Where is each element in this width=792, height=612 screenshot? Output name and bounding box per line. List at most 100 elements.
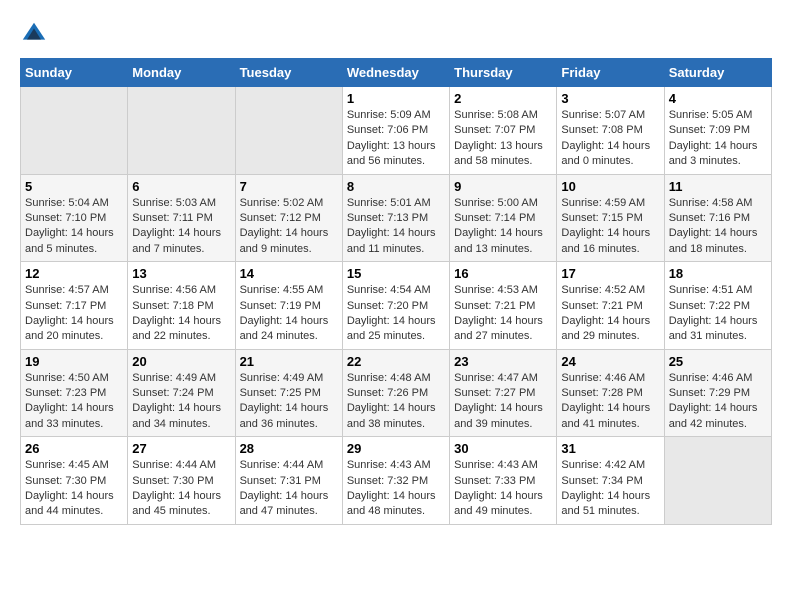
calendar-cell: 16 Sunrise: 4:53 AM Sunset: 7:21 PM Dayl… xyxy=(450,262,557,350)
day-number: 30 xyxy=(454,441,552,456)
sunrise-label: Sunrise: xyxy=(240,372,283,384)
sunrise-time: 4:54 AM xyxy=(390,284,430,296)
day-info: Sunrise: 5:08 AM Sunset: 7:07 PM Dayligh… xyxy=(454,108,552,170)
sunrise-time: 4:42 AM xyxy=(605,459,645,471)
daylight-label: Daylight: 14 hours and 9 minutes. xyxy=(240,227,329,254)
daylight-label: Daylight: 14 hours and 18 minutes. xyxy=(669,227,758,254)
sunset-time: 7:12 PM xyxy=(280,212,321,224)
sunrise-time: 4:59 AM xyxy=(605,197,645,209)
day-number: 10 xyxy=(561,179,659,194)
sunset-label: Sunset: xyxy=(561,475,601,487)
sunset-time: 7:30 PM xyxy=(65,475,106,487)
sunrise-time: 4:46 AM xyxy=(605,372,645,384)
calendar-cell: 25 Sunrise: 4:46 AM Sunset: 7:29 PM Dayl… xyxy=(664,349,771,437)
sunset-label: Sunset: xyxy=(454,300,494,312)
day-header-sunday: Sunday xyxy=(21,59,128,87)
day-number: 24 xyxy=(561,354,659,369)
calendar-cell: 11 Sunrise: 4:58 AM Sunset: 7:16 PM Dayl… xyxy=(664,174,771,262)
sunrise-label: Sunrise: xyxy=(240,459,283,471)
day-info: Sunrise: 4:47 AM Sunset: 7:27 PM Dayligh… xyxy=(454,371,552,433)
sunrise-time: 5:05 AM xyxy=(712,109,752,121)
sunrise-time: 4:51 AM xyxy=(712,284,752,296)
sunset-label: Sunset: xyxy=(454,124,494,136)
day-info: Sunrise: 4:56 AM Sunset: 7:18 PM Dayligh… xyxy=(132,283,230,345)
daylight-label: Daylight: 14 hours and 42 minutes. xyxy=(669,402,758,429)
sunset-label: Sunset: xyxy=(454,387,494,399)
day-header-monday: Monday xyxy=(128,59,235,87)
day-header-saturday: Saturday xyxy=(664,59,771,87)
calendar-cell: 7 Sunrise: 5:02 AM Sunset: 7:12 PM Dayli… xyxy=(235,174,342,262)
day-info: Sunrise: 4:53 AM Sunset: 7:21 PM Dayligh… xyxy=(454,283,552,345)
day-info: Sunrise: 4:54 AM Sunset: 7:20 PM Dayligh… xyxy=(347,283,445,345)
sunrise-time: 4:52 AM xyxy=(605,284,645,296)
sunrise-label: Sunrise: xyxy=(25,372,68,384)
calendar-cell: 2 Sunrise: 5:08 AM Sunset: 7:07 PM Dayli… xyxy=(450,87,557,175)
sunset-label: Sunset: xyxy=(240,212,280,224)
daylight-label: Daylight: 14 hours and 36 minutes. xyxy=(240,402,329,429)
sunrise-label: Sunrise: xyxy=(669,197,712,209)
sunset-label: Sunset: xyxy=(347,300,387,312)
daylight-label: Daylight: 14 hours and 5 minutes. xyxy=(25,227,114,254)
daylight-label: Daylight: 13 hours and 58 minutes. xyxy=(454,140,543,167)
calendar-cell: 6 Sunrise: 5:03 AM Sunset: 7:11 PM Dayli… xyxy=(128,174,235,262)
sunrise-label: Sunrise: xyxy=(454,109,497,121)
sunrise-label: Sunrise: xyxy=(25,284,68,296)
sunrise-label: Sunrise: xyxy=(347,197,390,209)
day-info: Sunrise: 4:57 AM Sunset: 7:17 PM Dayligh… xyxy=(25,283,123,345)
calendar-week-5: 26 Sunrise: 4:45 AM Sunset: 7:30 PM Dayl… xyxy=(21,437,772,525)
sunset-label: Sunset: xyxy=(561,387,601,399)
day-number: 5 xyxy=(25,179,123,194)
sunset-time: 7:30 PM xyxy=(173,475,214,487)
day-number: 6 xyxy=(132,179,230,194)
sunrise-label: Sunrise: xyxy=(347,372,390,384)
calendar-week-4: 19 Sunrise: 4:50 AM Sunset: 7:23 PM Dayl… xyxy=(21,349,772,437)
sunrise-time: 4:45 AM xyxy=(68,459,108,471)
day-info: Sunrise: 4:49 AM Sunset: 7:24 PM Dayligh… xyxy=(132,371,230,433)
calendar-cell: 28 Sunrise: 4:44 AM Sunset: 7:31 PM Dayl… xyxy=(235,437,342,525)
calendar-week-2: 5 Sunrise: 5:04 AM Sunset: 7:10 PM Dayli… xyxy=(21,174,772,262)
sunset-time: 7:31 PM xyxy=(280,475,321,487)
daylight-label: Daylight: 14 hours and 7 minutes. xyxy=(132,227,221,254)
daylight-label: Daylight: 14 hours and 39 minutes. xyxy=(454,402,543,429)
sunrise-label: Sunrise: xyxy=(454,284,497,296)
daylight-label: Daylight: 14 hours and 38 minutes. xyxy=(347,402,436,429)
day-number: 29 xyxy=(347,441,445,456)
sunrise-label: Sunrise: xyxy=(347,109,390,121)
daylight-label: Daylight: 14 hours and 24 minutes. xyxy=(240,315,329,342)
day-number: 14 xyxy=(240,266,338,281)
sunset-time: 7:06 PM xyxy=(387,124,428,136)
sunset-time: 7:10 PM xyxy=(65,212,106,224)
sunset-time: 7:21 PM xyxy=(602,300,643,312)
day-number: 8 xyxy=(347,179,445,194)
sunset-label: Sunset: xyxy=(454,212,494,224)
sunset-time: 7:26 PM xyxy=(387,387,428,399)
daylight-label: Daylight: 14 hours and 11 minutes. xyxy=(347,227,436,254)
day-number: 1 xyxy=(347,91,445,106)
calendar-cell xyxy=(664,437,771,525)
sunset-time: 7:08 PM xyxy=(602,124,643,136)
sunrise-label: Sunrise: xyxy=(132,459,175,471)
calendar-cell xyxy=(128,87,235,175)
day-info: Sunrise: 5:05 AM Sunset: 7:09 PM Dayligh… xyxy=(669,108,767,170)
day-header-thursday: Thursday xyxy=(450,59,557,87)
sunrise-time: 4:56 AM xyxy=(176,284,216,296)
sunrise-label: Sunrise: xyxy=(561,197,604,209)
sunrise-label: Sunrise: xyxy=(347,284,390,296)
daylight-label: Daylight: 14 hours and 31 minutes. xyxy=(669,315,758,342)
sunset-label: Sunset: xyxy=(347,475,387,487)
sunset-label: Sunset: xyxy=(347,387,387,399)
day-info: Sunrise: 4:49 AM Sunset: 7:25 PM Dayligh… xyxy=(240,371,338,433)
sunset-label: Sunset: xyxy=(240,475,280,487)
sunrise-time: 5:08 AM xyxy=(498,109,538,121)
daylight-label: Daylight: 14 hours and 47 minutes. xyxy=(240,490,329,517)
calendar-cell: 26 Sunrise: 4:45 AM Sunset: 7:30 PM Dayl… xyxy=(21,437,128,525)
daylight-label: Daylight: 14 hours and 41 minutes. xyxy=(561,402,650,429)
sunrise-time: 5:04 AM xyxy=(68,197,108,209)
sunset-time: 7:21 PM xyxy=(494,300,535,312)
calendar-cell: 13 Sunrise: 4:56 AM Sunset: 7:18 PM Dayl… xyxy=(128,262,235,350)
day-number: 9 xyxy=(454,179,552,194)
day-number: 13 xyxy=(132,266,230,281)
daylight-label: Daylight: 14 hours and 29 minutes. xyxy=(561,315,650,342)
sunset-time: 7:28 PM xyxy=(602,387,643,399)
day-info: Sunrise: 4:44 AM Sunset: 7:31 PM Dayligh… xyxy=(240,458,338,520)
